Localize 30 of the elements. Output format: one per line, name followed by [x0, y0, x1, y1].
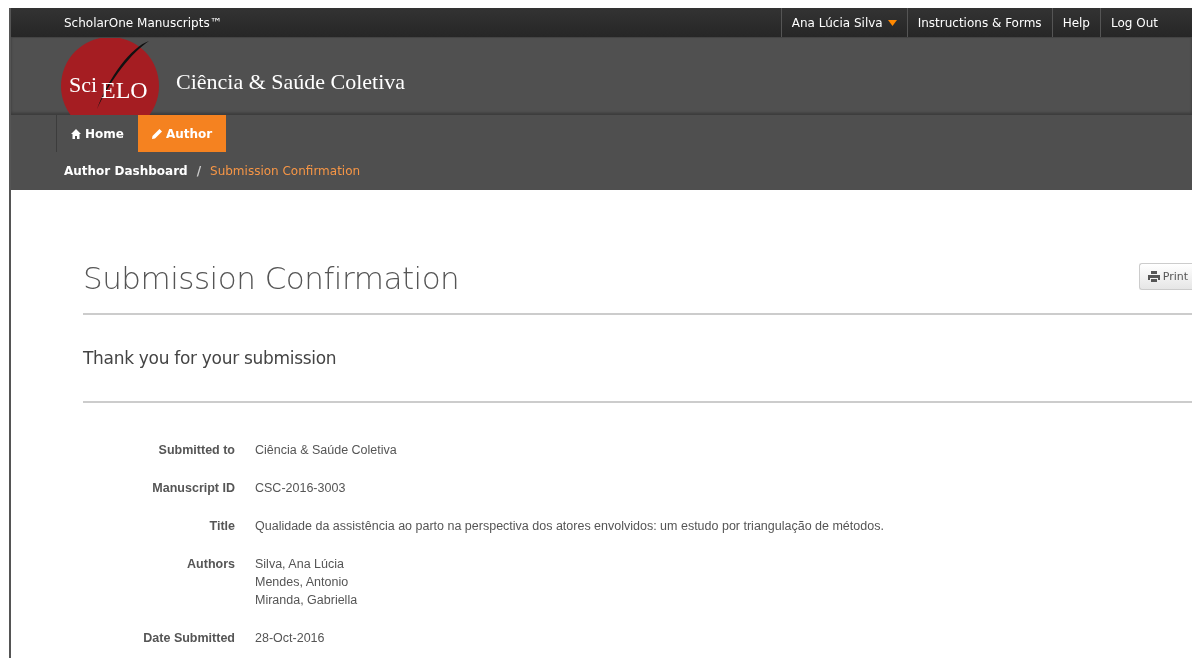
journal-title: Ciência & Saúde Coletiva	[176, 68, 406, 95]
top-link[interactable]: Help	[1051, 8, 1100, 37]
field-value: CSC-2016-3003	[255, 481, 347, 495]
thank-you-message: Thank you for your submission	[83, 315, 1192, 403]
top-link[interactable]: Instructions & Forms	[906, 8, 1052, 37]
product-name: ScholarOne Manuscripts™	[63, 15, 223, 30]
print-button[interactable]: Print	[1138, 262, 1192, 290]
top-link[interactable]: Log Out	[1100, 8, 1192, 37]
field-value: 28-Oct-2016	[255, 631, 326, 645]
field-value: Mendes, Antonio	[255, 575, 350, 589]
field-label: Submitted to	[157, 443, 235, 457]
field-label: Manuscript ID	[151, 481, 235, 495]
field-value: Qualidade da assistência ao parto na perspectiva dos atores envolvidos: um estudo por triangulação de métodos.	[255, 519, 885, 533]
field-value: Ciência & Saúde Coletiva	[255, 443, 398, 457]
breadcrumb-link[interactable]: Author Dashboard	[64, 164, 188, 178]
nav-tab[interactable]: Home	[56, 115, 138, 152]
home-icon	[71, 128, 81, 139]
journal-logo: Sci ELO	[61, 38, 159, 115]
field-value: Miranda, Gabriella	[255, 593, 359, 607]
field-value: Silva, Ana Lúcia	[255, 557, 345, 571]
page-title: Submission Confirmation	[83, 260, 460, 296]
printer-icon	[1147, 270, 1160, 282]
user-menu[interactable]: Ana Lúcia Silva	[780, 8, 907, 37]
breadcrumb-separator: /	[196, 164, 202, 178]
breadcrumb-current: Submission Confirmation	[210, 164, 361, 178]
pencil-icon	[151, 128, 162, 139]
field-label: Title	[208, 519, 235, 533]
field-label: Date Submitted	[142, 631, 235, 645]
caret-icon	[887, 19, 897, 26]
field-label: Authors	[186, 557, 235, 573]
